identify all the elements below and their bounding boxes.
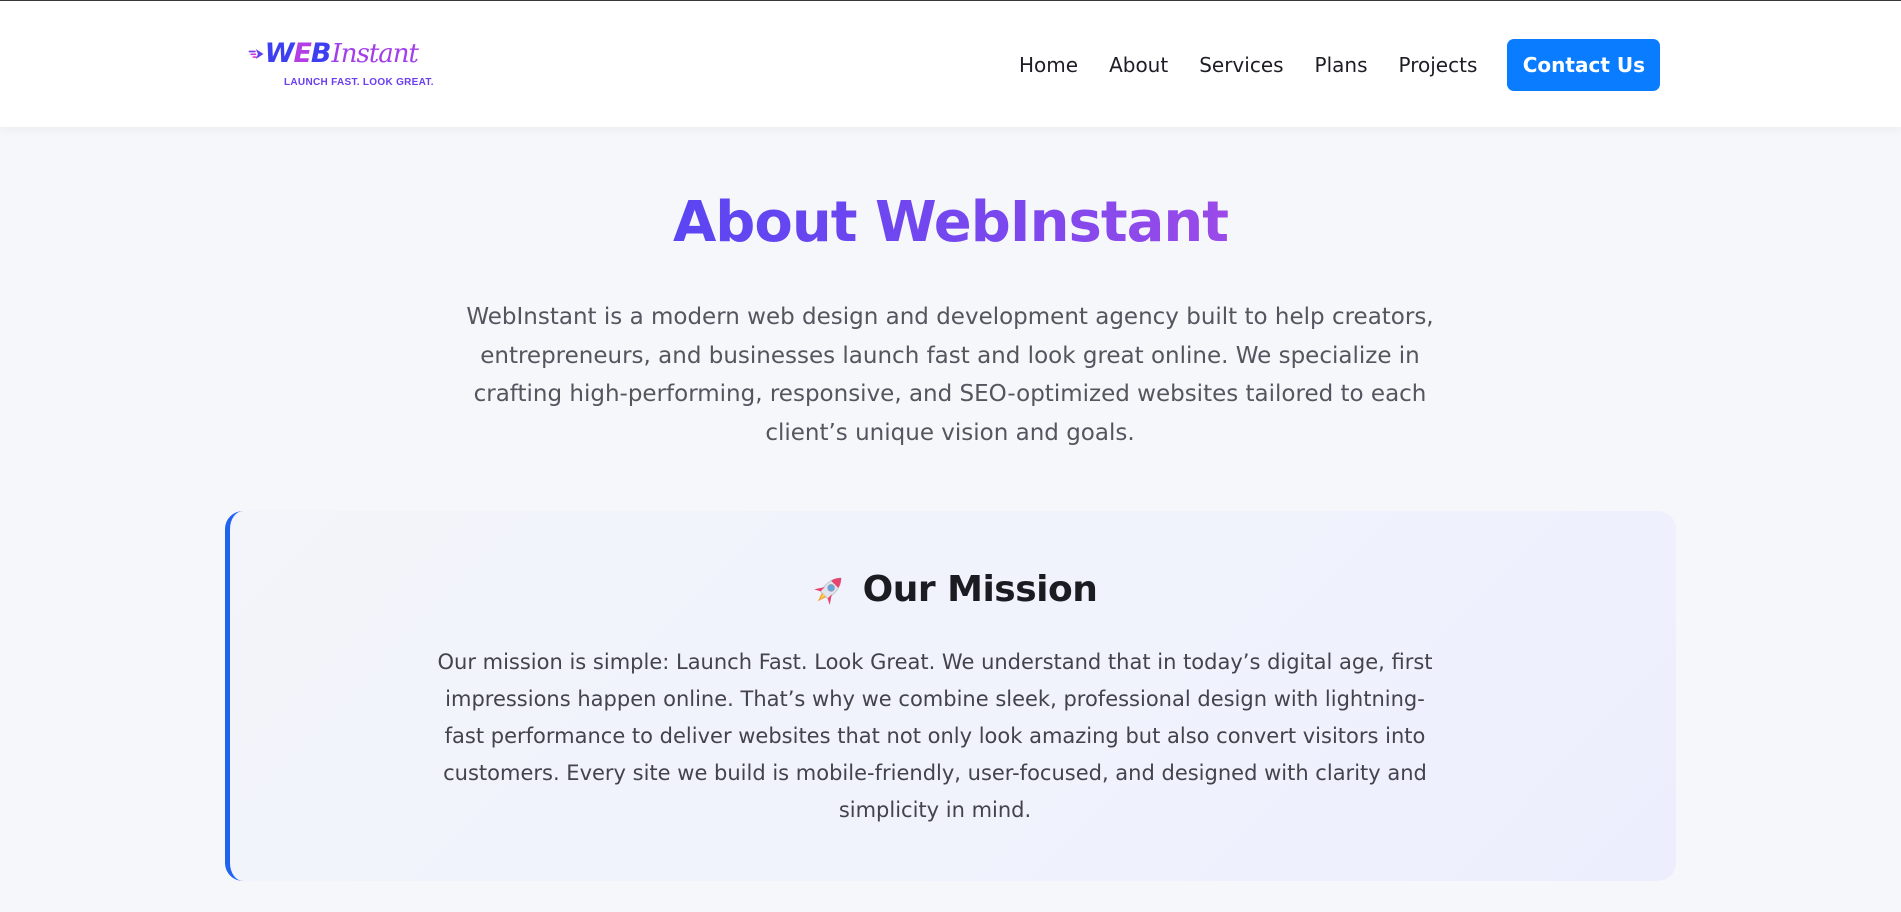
mission-card: Our Mission Our mission is simple: Launc… (225, 511, 1676, 881)
speed-arrows-icon (248, 49, 264, 59)
nav-projects[interactable]: Projects (1399, 39, 1478, 91)
rocket-icon (813, 577, 842, 605)
nav-about[interactable]: About (1109, 39, 1168, 91)
mission-title: Our Mission (862, 569, 1098, 610)
logo-wordmark: WEB Instant (248, 37, 419, 71)
logo-instant-text: Instant (331, 39, 419, 69)
logo-web-text: WEB (264, 38, 332, 69)
about-intro: WebInstant is a modern web design and de… (466, 304, 1434, 446)
mission-text: Our mission is simple: Launch Fast. Look… (437, 650, 1433, 822)
mission-heading: Our Mission (230, 566, 1676, 614)
page-title-text: About WebInstant (672, 190, 1229, 255)
contact-us-button[interactable]: Contact Us (1507, 39, 1661, 91)
page-title: About WebInstant (0, 186, 1901, 260)
main-nav: Home About Services Plans Projects Conta… (1019, 39, 1661, 91)
logo-tagline: LAUNCH FAST. LOOK GREAT. (284, 77, 434, 88)
nav-home[interactable]: Home (1019, 39, 1078, 91)
nav-services[interactable]: Services (1199, 39, 1283, 91)
site-logo[interactable]: WEB Instant LAUNCH FAST. LOOK GREAT. (248, 37, 433, 93)
site-header: WEB Instant LAUNCH FAST. LOOK GREAT. Hom… (0, 1, 1901, 127)
nav-plans[interactable]: Plans (1315, 39, 1368, 91)
